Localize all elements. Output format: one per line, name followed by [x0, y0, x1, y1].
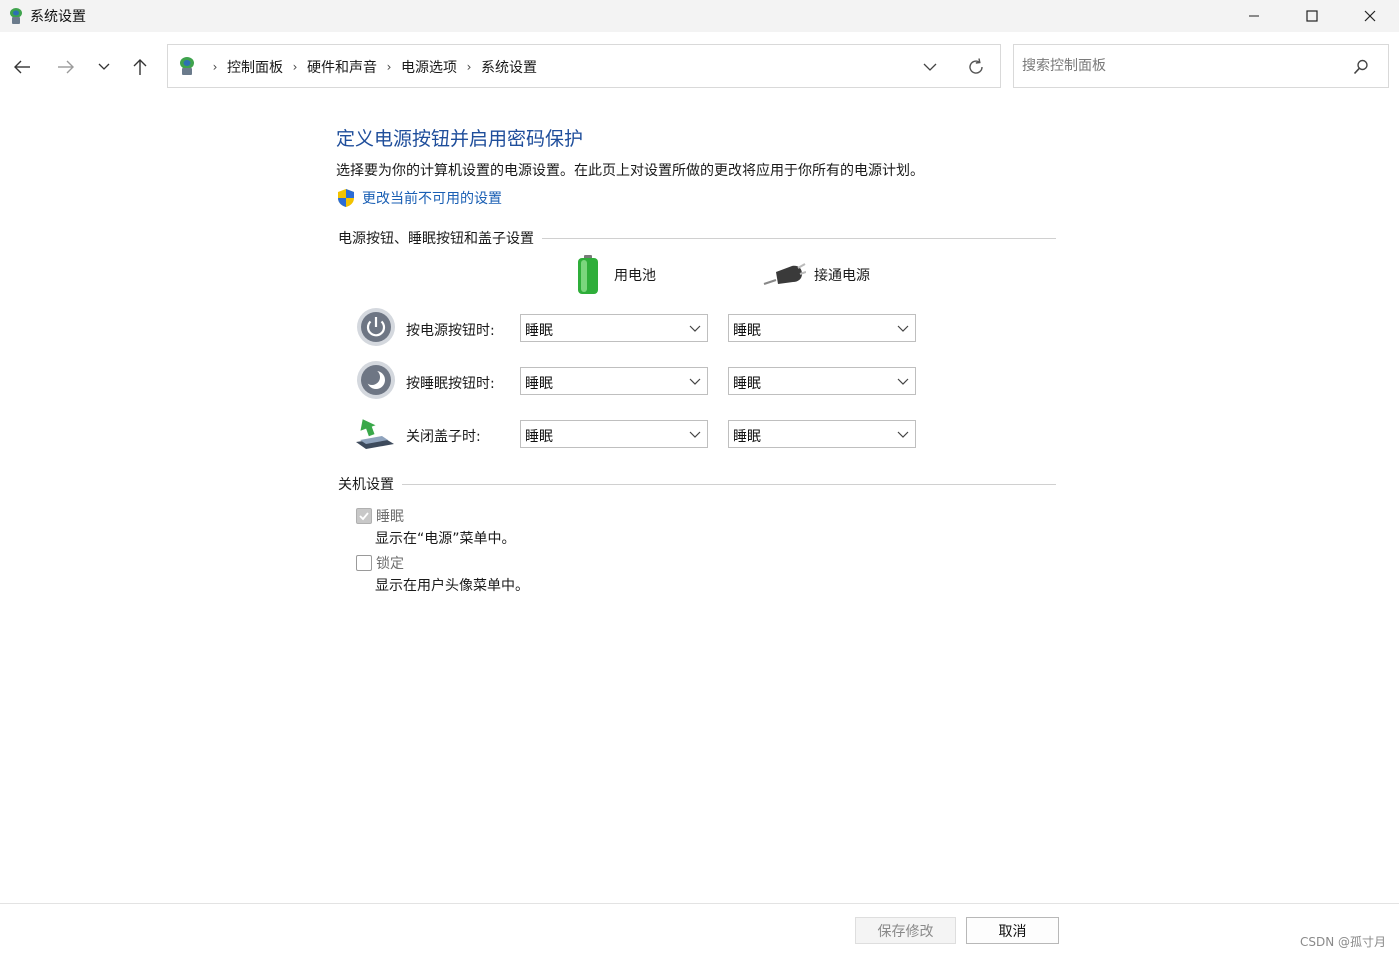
- minimize-icon: [1249, 15, 1259, 17]
- arrow-right-icon: [58, 60, 74, 74]
- navigation-bar: › 控制面板 › 硬件和声音 › 电源选项 › 系统设置: [0, 34, 1399, 94]
- section-label: 电源按钮、睡眠按钮和盖子设置: [338, 231, 534, 247]
- sleep-button-battery-select[interactable]: 睡眠: [520, 367, 708, 395]
- control-panel-icon: [180, 57, 194, 75]
- breadcrumb-item[interactable]: 系统设置: [478, 57, 540, 77]
- arrow-left-icon: [14, 60, 30, 74]
- close-icon: [1364, 10, 1376, 22]
- cancel-button[interactable]: 取消: [966, 917, 1059, 944]
- select-value: 睡眠: [525, 429, 553, 445]
- chevron-down-icon: [98, 63, 110, 70]
- column-label: 用电池: [614, 268, 656, 284]
- close-button[interactable]: [1341, 0, 1399, 32]
- breadcrumb: › 控制面板 › 硬件和声音 › 电源选项 › 系统设置: [206, 57, 540, 77]
- chevron-down-icon: [689, 325, 701, 332]
- section-label: 关机设置: [338, 477, 394, 493]
- sleep-checkbox[interactable]: [356, 508, 372, 524]
- chevron-down-icon: [897, 378, 909, 385]
- power-plug-icon: [763, 263, 806, 285]
- chevron-right-icon[interactable]: ›: [380, 60, 398, 74]
- address-bar[interactable]: › 控制面板 › 硬件和声音 › 电源选项 › 系统设置: [167, 44, 1001, 88]
- page-description: 选择要为你的计算机设置的电源设置。在此页上对设置所做的更改将应用于你所有的电源计…: [336, 163, 924, 179]
- chevron-right-icon[interactable]: ›: [460, 60, 478, 74]
- refresh-icon[interactable]: [966, 57, 986, 77]
- column-battery: 用电池: [574, 254, 656, 296]
- breadcrumb-item[interactable]: 电源选项: [398, 57, 460, 77]
- power-buttons-section-heading: 电源按钮、睡眠按钮和盖子设置: [338, 228, 1056, 248]
- chevron-right-icon: ›: [212, 60, 218, 74]
- title-bar: 系统设置: [0, 0, 1399, 32]
- select-value: 睡眠: [733, 323, 761, 339]
- shutdown-section-heading: 关机设置: [338, 474, 1056, 494]
- forward-button[interactable]: [53, 56, 79, 78]
- chevron-down-icon: [897, 325, 909, 332]
- chevron-down-icon: [897, 431, 909, 438]
- search-box[interactable]: [1013, 44, 1389, 88]
- laptop-lid-icon: [356, 419, 394, 449]
- page-title: 定义电源按钮并启用密码保护: [336, 128, 584, 150]
- recent-locations-button[interactable]: [91, 56, 117, 78]
- window-title: 系统设置: [30, 9, 86, 25]
- arrow-up-icon: [133, 59, 147, 75]
- select-value: 睡眠: [733, 429, 761, 445]
- power-button-label: 按电源按钮时:: [406, 323, 495, 339]
- sleep-option-description: 显示在“电源”菜单中。: [375, 531, 516, 547]
- lid-close-plugged-select[interactable]: 睡眠: [728, 420, 916, 448]
- save-button[interactable]: 保存修改: [855, 917, 956, 944]
- lock-option-label: 锁定: [376, 556, 404, 572]
- chevron-down-icon[interactable]: [920, 59, 940, 75]
- column-plugged-in: 接通电源: [762, 260, 870, 290]
- change-settings-link[interactable]: 更改当前不可用的设置: [336, 188, 502, 208]
- power-button-battery-select[interactable]: 睡眠: [520, 314, 708, 342]
- power-button-icon: [357, 308, 395, 346]
- column-label: 接通电源: [814, 268, 870, 284]
- chevron-right-icon[interactable]: ›: [286, 60, 304, 74]
- breadcrumb-item[interactable]: 硬件和声音: [304, 57, 380, 77]
- breadcrumb-item[interactable]: 控制面板: [224, 57, 286, 77]
- lock-checkbox[interactable]: [356, 555, 372, 571]
- select-value: 睡眠: [733, 376, 761, 392]
- power-button-plugged-select[interactable]: 睡眠: [728, 314, 916, 342]
- select-value: 睡眠: [525, 376, 553, 392]
- minimize-button[interactable]: [1225, 0, 1283, 32]
- divider: [402, 483, 1056, 485]
- maximize-button[interactable]: [1283, 0, 1341, 32]
- watermark: CSDN @孤寸月: [1299, 935, 1386, 949]
- search-icon[interactable]: [1352, 58, 1370, 76]
- maximize-icon: [1306, 10, 1318, 22]
- select-value: 睡眠: [525, 323, 553, 339]
- back-button[interactable]: [9, 56, 35, 78]
- battery-icon: [578, 255, 598, 294]
- lid-close-battery-select[interactable]: 睡眠: [520, 420, 708, 448]
- chevron-down-icon: [689, 431, 701, 438]
- footer-divider: [0, 903, 1399, 904]
- sleep-button-icon: [357, 361, 395, 399]
- change-settings-link-text[interactable]: 更改当前不可用的设置: [362, 188, 502, 208]
- lock-option-description: 显示在用户头像菜单中。: [375, 578, 529, 594]
- shield-icon: [338, 189, 354, 207]
- sleep-button-label: 按睡眠按钮时:: [406, 376, 495, 392]
- up-button[interactable]: [127, 56, 153, 78]
- divider: [542, 237, 1056, 239]
- control-panel-icon: [10, 8, 22, 24]
- lid-close-label: 关闭盖子时:: [406, 429, 481, 445]
- chevron-down-icon: [689, 378, 701, 385]
- sleep-option-label: 睡眠: [376, 509, 404, 525]
- sleep-button-plugged-select[interactable]: 睡眠: [728, 367, 916, 395]
- search-input[interactable]: [1022, 55, 1342, 77]
- checkmark-icon: [359, 512, 369, 521]
